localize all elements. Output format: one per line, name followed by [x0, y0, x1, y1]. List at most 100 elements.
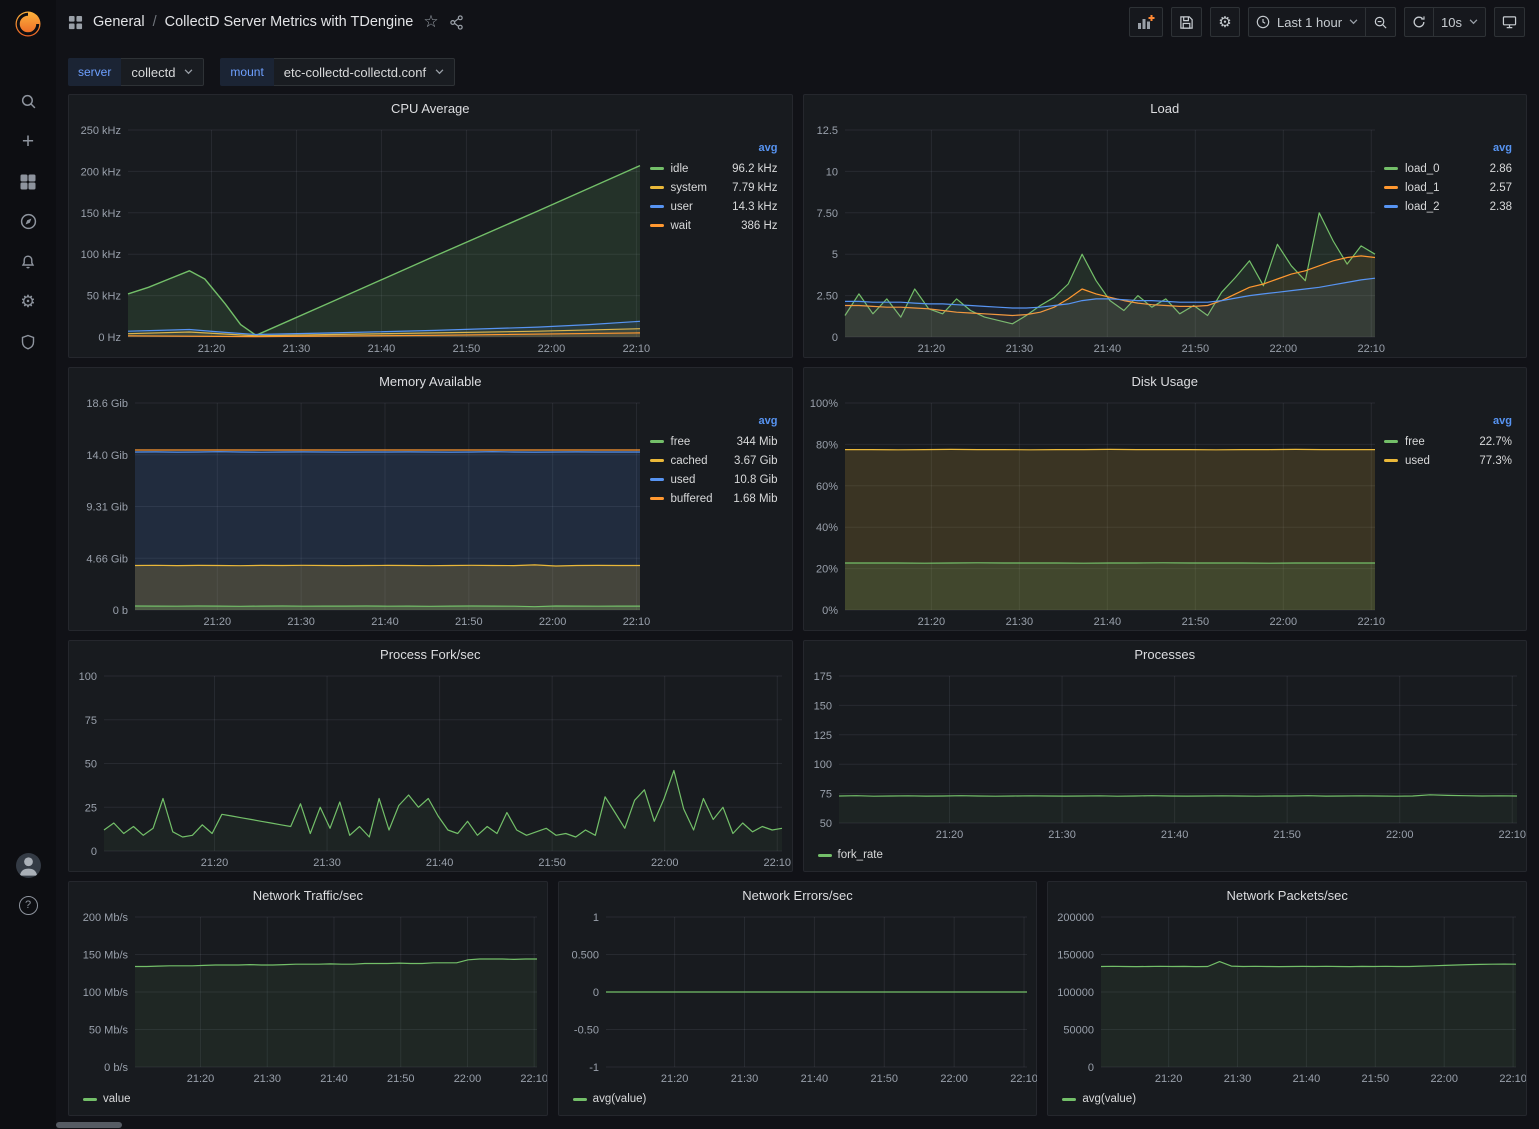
- legend-item-load-0[interactable]: load_02.86: [1384, 159, 1526, 178]
- chart-network-traffic[interactable]: 0 b/s50 Mb/s100 Mb/s150 Mb/s200 Mb/s21:2…: [69, 909, 547, 1087]
- panel-title[interactable]: CPU Average: [69, 95, 792, 122]
- refresh-interval-label: 10s: [1441, 15, 1462, 30]
- tv-mode-button[interactable]: [1494, 7, 1525, 37]
- panel-title[interactable]: Network Packets/sec: [1048, 882, 1526, 909]
- legend-item-used[interactable]: used77.3%: [1384, 451, 1526, 470]
- panel-title[interactable]: Network Errors/sec: [559, 882, 1037, 909]
- svg-text:21:20: 21:20: [198, 343, 226, 355]
- chart-processes[interactable]: 507510012515017521:2021:3021:4021:5022:0…: [804, 668, 1527, 843]
- svg-text:50: 50: [85, 759, 97, 771]
- refresh-button[interactable]: [1404, 7, 1434, 37]
- svg-text:21:20: 21:20: [204, 616, 232, 628]
- svg-text:22:10: 22:10: [623, 616, 650, 628]
- series-color-dash: [650, 459, 664, 462]
- breadcrumb-folder[interactable]: General: [93, 14, 145, 30]
- user-avatar[interactable]: [16, 853, 41, 878]
- zoom-out-button[interactable]: [1366, 7, 1396, 37]
- clock-icon: [1256, 15, 1270, 29]
- legend-item-user[interactable]: user14.3 kHz: [650, 197, 792, 216]
- svg-text:21:30: 21:30: [1224, 1073, 1252, 1085]
- svg-text:21:30: 21:30: [1005, 343, 1033, 355]
- legend-item-load-2[interactable]: load_22.38: [1384, 197, 1526, 216]
- svg-text:100 Mb/s: 100 Mb/s: [83, 987, 129, 999]
- svg-text:22:10: 22:10: [520, 1073, 547, 1085]
- svg-text:18.6 Gib: 18.6 Gib: [86, 398, 128, 410]
- svg-text:5: 5: [831, 249, 837, 261]
- svg-text:22:10: 22:10: [1498, 829, 1526, 841]
- legend-network-packets: avg(value): [1048, 1087, 1526, 1115]
- sidebar-bottom: ?: [0, 853, 56, 917]
- time-range-picker[interactable]: Last 1 hour: [1248, 7, 1366, 37]
- explore-compass-icon[interactable]: [0, 202, 56, 241]
- save-dashboard-button[interactable]: [1171, 7, 1202, 37]
- share-icon[interactable]: [449, 15, 464, 30]
- panel-title[interactable]: Memory Available: [69, 368, 792, 395]
- svg-text:22:00: 22:00: [454, 1073, 482, 1085]
- svg-text:50 kHz: 50 kHz: [87, 291, 121, 303]
- series-color-dash: [650, 167, 664, 170]
- panel-title[interactable]: Process Fork/sec: [69, 641, 792, 668]
- breadcrumb-dashboard-title[interactable]: CollectD Server Metrics with TDengine: [165, 14, 414, 30]
- svg-text:21:40: 21:40: [371, 616, 399, 628]
- svg-text:21:40: 21:40: [800, 1073, 828, 1085]
- chart-network-errors[interactable]: -1-0.5000.500121:2021:3021:4021:5022:002…: [559, 909, 1037, 1087]
- panel-title[interactable]: Network Traffic/sec: [69, 882, 547, 909]
- svg-text:21:50: 21:50: [387, 1073, 415, 1085]
- time-range-label: Last 1 hour: [1277, 15, 1342, 30]
- legend-item-wait[interactable]: wait386 Hz: [650, 216, 792, 235]
- legend-item-free[interactable]: free344 Mib: [650, 432, 792, 451]
- panel-disk-usage: Disk Usage 0%20%40%60%80%100%21:2021:302…: [803, 367, 1528, 631]
- configuration-gear-icon[interactable]: ⚙: [0, 282, 56, 321]
- zoom-out-icon: [1373, 15, 1388, 30]
- legend-item-free[interactable]: free22.7%: [1384, 432, 1526, 451]
- mount-variable-dropdown[interactable]: etc-collectd-collectd.conf: [274, 58, 455, 86]
- svg-text:175: 175: [813, 671, 831, 683]
- panel-title[interactable]: Load: [804, 95, 1527, 122]
- series-name: value: [103, 1093, 131, 1105]
- add-panel-button[interactable]: [1129, 7, 1163, 37]
- chart-network-packets[interactable]: 05000010000015000020000021:2021:3021:402…: [1048, 909, 1526, 1087]
- svg-text:-1: -1: [589, 1062, 599, 1074]
- panel-network-packets: Network Packets/sec 05000010000015000020…: [1047, 881, 1527, 1116]
- refresh-interval-select[interactable]: 10s: [1434, 7, 1486, 37]
- grafana-logo[interactable]: [0, 0, 56, 48]
- svg-text:0: 0: [1088, 1062, 1094, 1074]
- legend-item-avg-value-[interactable]: avg(value): [1062, 1093, 1136, 1105]
- legend-item-avg-value-[interactable]: avg(value): [573, 1093, 647, 1105]
- legend-item-cached[interactable]: cached3.67 Gib: [650, 451, 792, 470]
- series-avg-value: 10.8 Gib: [734, 474, 777, 486]
- svg-text:21:40: 21:40: [1093, 616, 1121, 628]
- help-icon[interactable]: ?: [0, 893, 56, 917]
- legend-item-load-1[interactable]: load_12.57: [1384, 178, 1526, 197]
- chart-disk-usage[interactable]: 0%20%40%60%80%100%21:2021:3021:4021:5022…: [804, 395, 1385, 630]
- panel-title[interactable]: Disk Usage: [804, 368, 1527, 395]
- legend-item-idle[interactable]: idle96.2 kHz: [650, 159, 792, 178]
- alerting-bell-icon[interactable]: [0, 242, 56, 281]
- dashboard-settings-button[interactable]: ⚙: [1210, 7, 1240, 37]
- horizontal-scrollbar-thumb[interactable]: [56, 1122, 122, 1128]
- legend-item-used[interactable]: used 10.8 Gib: [650, 470, 792, 489]
- chart-load[interactable]: 02.5057.501012.521:2021:3021:4021:5022:0…: [804, 122, 1385, 357]
- svg-text:21:30: 21:30: [287, 616, 315, 628]
- chart-memory-available[interactable]: 0 b4.66 Gib9.31 Gib14.0 Gib18.6 Gib21:20…: [69, 395, 650, 630]
- legend-item-value[interactable]: value: [83, 1093, 131, 1105]
- chart-cpu-average[interactable]: 0 Hz50 kHz100 kHz150 kHz200 kHz250 kHz21…: [69, 122, 650, 357]
- panel-title[interactable]: Processes: [804, 641, 1527, 668]
- server-variable-dropdown[interactable]: collectd: [121, 58, 204, 86]
- svg-text:21:50: 21:50: [538, 857, 566, 869]
- svg-text:21:50: 21:50: [453, 343, 481, 355]
- legend-item-buffered[interactable]: buffered1.68 Mib: [650, 489, 792, 508]
- create-plus-icon[interactable]: +: [0, 122, 56, 161]
- chart-process-fork[interactable]: 025507510021:2021:3021:4021:5022:0022:10: [69, 668, 792, 871]
- monitor-icon: [1502, 15, 1517, 29]
- legend-item-fork-rate[interactable]: fork_rate: [818, 849, 883, 861]
- star-icon[interactable]: ☆: [423, 12, 438, 32]
- svg-text:21:20: 21:20: [1155, 1073, 1183, 1085]
- svg-text:14.0 Gib: 14.0 Gib: [86, 450, 128, 462]
- svg-text:21:20: 21:20: [661, 1073, 689, 1085]
- server-admin-shield-icon[interactable]: [0, 322, 56, 361]
- series-name: used: [671, 474, 728, 486]
- dashboards-icon[interactable]: [0, 162, 56, 201]
- search-icon[interactable]: [0, 82, 56, 121]
- legend-item-system[interactable]: system7.79 kHz: [650, 178, 792, 197]
